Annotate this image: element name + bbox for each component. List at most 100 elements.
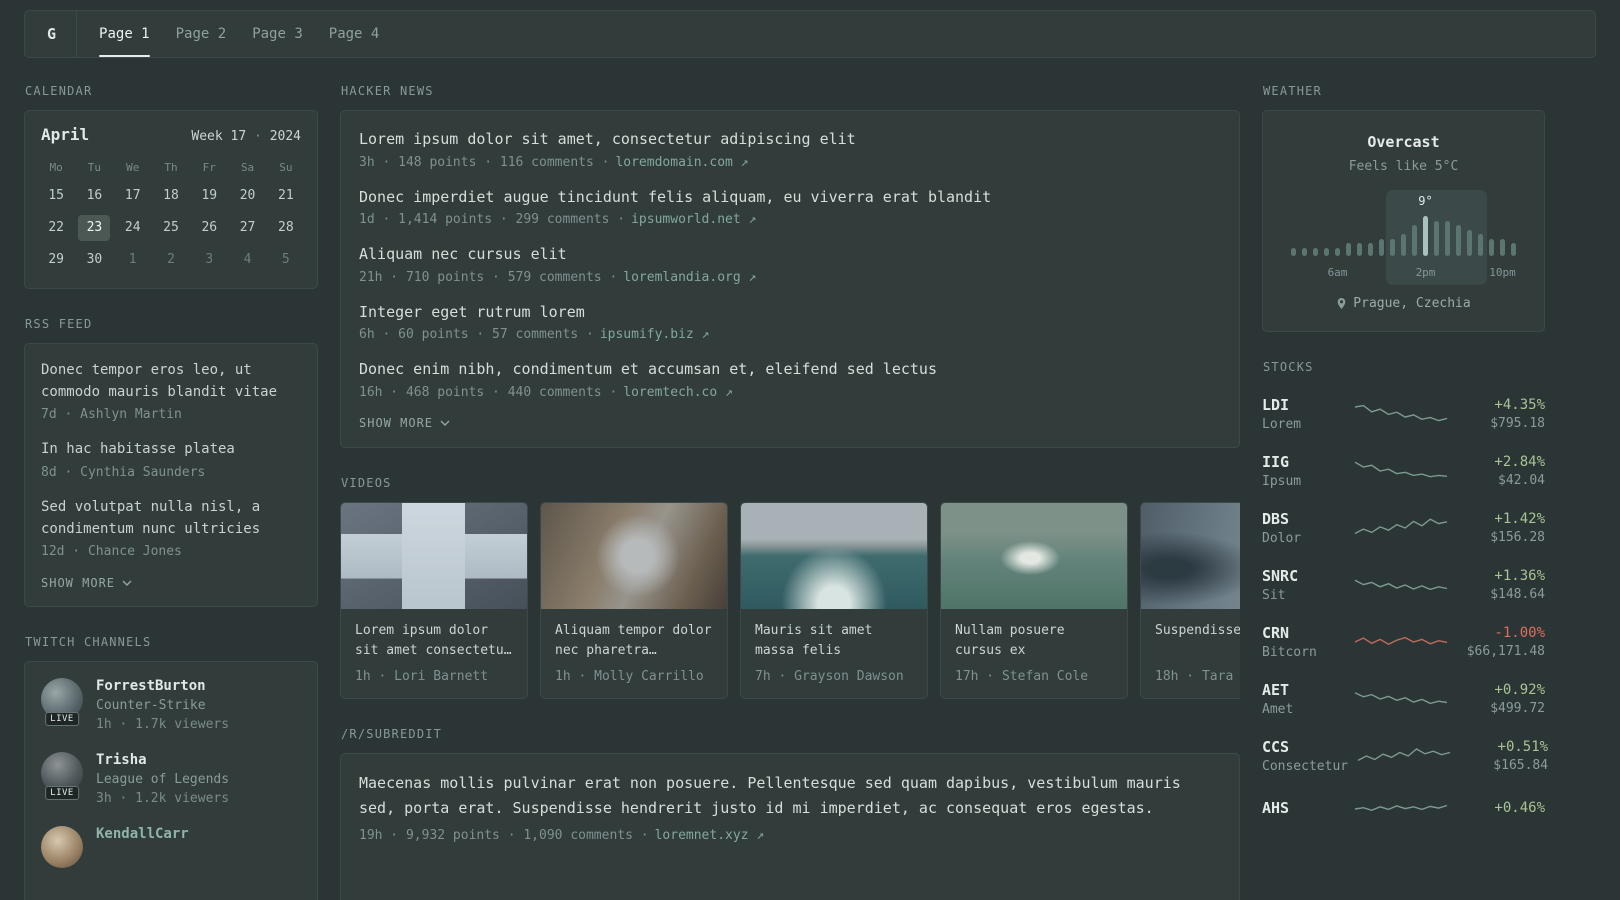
stock-price: $148.64 [1490,587,1545,602]
stock-change: +0.92% [1494,682,1545,698]
twitch-widget: TWITCH CHANNELS LIVE ForrestBurton Count… [24,635,318,900]
weather-bar [1445,220,1450,256]
video-thumbnail [941,502,1127,609]
calendar-dow: Tu [87,161,102,174]
twitch-channel-name: ForrestBurton [96,678,206,695]
hn-story-meta: 16h · 468 points · 440 comments · loremt… [359,385,1221,400]
twitch-channel[interactable]: KendallCarr [41,826,301,869]
rss-item: Donec tempor eros leo, ut commodo mauris… [41,360,301,422]
calendar-year: 2024 [269,129,301,144]
chevron-down-icon [122,580,132,587]
twitch-channel[interactable]: LIVE ForrestBurton Counter-Strike 1h · 1… [41,678,301,732]
stock-change: +2.84% [1494,454,1545,470]
calendar-day-next-month: 3 [205,252,214,267]
rss-item-title[interactable]: Donec tempor eros leo, ut commodo mauris… [41,360,301,403]
stock-sparkline [1354,404,1448,422]
video-thumbnail [341,502,527,609]
calendar-day: 22 [48,220,64,235]
twitch-channel-viewers: 3h · 1.2k viewers [96,791,230,807]
hn-domain-link[interactable]: loremdomain.com ↗ [615,155,748,170]
dashboard-layout: CALENDAR April Week 17 · 2024 Mo Tu We T… [0,84,1620,900]
stock-row[interactable]: CRN Bitcorn -1.00% $66,171.48 [1262,624,1545,660]
subreddit-post-title[interactable]: Maecenas mollis pulvinar erat non posuer… [359,771,1221,821]
calendar-dow: Mo [49,161,63,174]
rss-item-title[interactable]: In hac habitasse platea [41,439,301,461]
tab-page-2[interactable]: Page 2 [176,11,227,57]
tab-page-4[interactable]: Page 4 [329,11,380,57]
calendar-widget: CALENDAR April Week 17 · 2024 Mo Tu We T… [24,84,318,289]
calendar-day: 27 [239,220,256,235]
video-card[interactable]: Lorem ipsum dolor sit amet consectetu… 1… [340,501,528,699]
video-title: Nullam posuere cursus ex [955,622,1065,658]
weather-bar [1412,225,1417,256]
weather-bar [1368,243,1373,256]
calendar-day: 26 [201,220,218,235]
hn-domain-link[interactable]: ipsumworld.net ↗ [631,212,756,227]
weather-location: Prague, Czechia [1279,296,1528,311]
weather-chart: 9° 6am 2pm 10pm [1291,190,1516,285]
rss-item: Sed volutpat nulla nisl, a condimentum n… [41,497,301,559]
app-logo[interactable]: G [47,11,78,57]
hn-domain-link[interactable]: loremtech.co ↗ [623,385,733,400]
calendar-day: 24 [124,220,141,235]
hn-domain-link[interactable]: ipsumify.biz ↗ [600,327,710,342]
stock-row[interactable]: AHS +0.46% [1262,795,1545,823]
video-card[interactable]: Suspendisse diam 18h · Tara [1140,501,1240,699]
stock-row[interactable]: AET Amet +0.92% $499.72 [1262,681,1545,717]
tab-page-3[interactable]: Page 3 [252,11,303,57]
stock-price: $165.84 [1493,758,1549,773]
weather-feels-like: Feels like 5°C [1348,159,1459,174]
weather-condition: Overcast [1367,133,1440,151]
hn-story-meta: 1d · 1,414 points · 299 comments · ipsum… [359,212,1221,227]
stock-row[interactable]: SNRC Sit +1.36% $148.64 [1262,567,1545,603]
weather-widget: WEATHER Overcast Feels like 5°C 9° 6am 2p… [1262,84,1545,332]
hn-story-meta: 6h · 60 points · 57 comments · ipsumify.… [359,327,1221,342]
chevron-down-icon [440,420,450,426]
calendar-separator: · [254,129,262,144]
weather-bar [1456,225,1461,256]
weather-tick-label: 10pm [1489,266,1516,279]
calendar-dow: Su [279,161,293,174]
stock-price: $66,171.48 [1466,644,1545,659]
weather-bar [1346,243,1351,256]
weather-bar [1489,238,1494,256]
tab-page-1[interactable]: Page 1 [99,11,150,57]
subreddit-domain-link[interactable]: loremnet.xyz ↗ [655,828,765,843]
top-navigation-bar: G Page 1 Page 2 Page 3 Page 4 [24,10,1596,58]
weather-bar [1511,243,1516,256]
twitch-channel-name: Trisha [96,752,147,769]
stock-name: Bitcorn [1262,645,1317,660]
calendar-dow: Fr [202,161,216,174]
calendar-day: 16 [86,188,103,203]
calendar-day-today: 23 [78,215,111,241]
hn-story-title[interactable]: Aliquam nec cursus elit [359,243,1221,266]
rss-item-meta: 7d · Ashlyn Martin [41,407,182,423]
calendar-day: 15 [48,188,64,203]
calendar-grid: Mo Tu We Th Fr Sa Su 15 16 17 18 19 20 2… [25,152,317,288]
weather-bar [1335,248,1340,256]
stock-row[interactable]: LDI Lorem +4.35% $795.18 [1262,396,1545,432]
hn-story-title[interactable]: Donec imperdiet augue tincidunt felis al… [359,186,1221,209]
stock-ticker: AHS [1262,798,1290,817]
hn-story: Aliquam nec cursus elit 21h · 710 points… [359,243,1221,285]
stock-row[interactable]: DBS Dolor +1.42% $156.28 [1262,510,1545,546]
video-card[interactable]: Mauris sit amet massa felis 7h · Grayson… [740,501,928,699]
hn-story-title[interactable]: Donec enim nibh, condimentum et accumsan… [359,358,1221,381]
hacker-news-widget: HACKER NEWS Lorem ipsum dolor sit amet, … [340,84,1240,448]
hn-story-meta: 21h · 710 points · 579 comments · loreml… [359,270,1221,285]
video-thumbnail [741,502,927,609]
stock-row[interactable]: IIG Ipsum +2.84% $42.04 [1262,453,1545,489]
stock-ticker: DBS [1262,510,1290,528]
video-card[interactable]: Aliquam tempor dolor nec pharetra… 1h · … [540,501,728,699]
hn-show-more-button[interactable]: SHOW MORE [359,416,450,430]
video-card[interactable]: Nullam posuere cursus ex 17h · Stefan Co… [940,501,1128,699]
rss-item-title[interactable]: Sed volutpat nulla nisl, a condimentum n… [41,497,301,540]
stocks-widget: STOCKS LDI Lorem +4.35% $795.18 IIG Ipsu… [1262,360,1549,823]
hn-story-title[interactable]: Integer eget rutrum lorem [359,301,1221,324]
hn-story-title[interactable]: Lorem ipsum dolor sit amet, consectetur … [359,128,1221,151]
stock-sparkline [1357,748,1451,762]
hn-domain-link[interactable]: loremlandia.org ↗ [623,270,756,285]
twitch-channel[interactable]: LIVE Trisha League of Legends 3h · 1.2k … [41,752,301,806]
stock-row[interactable]: CCS Consectetur +0.51% $165.84 [1262,738,1549,774]
rss-show-more-button[interactable]: SHOW MORE [41,576,132,590]
